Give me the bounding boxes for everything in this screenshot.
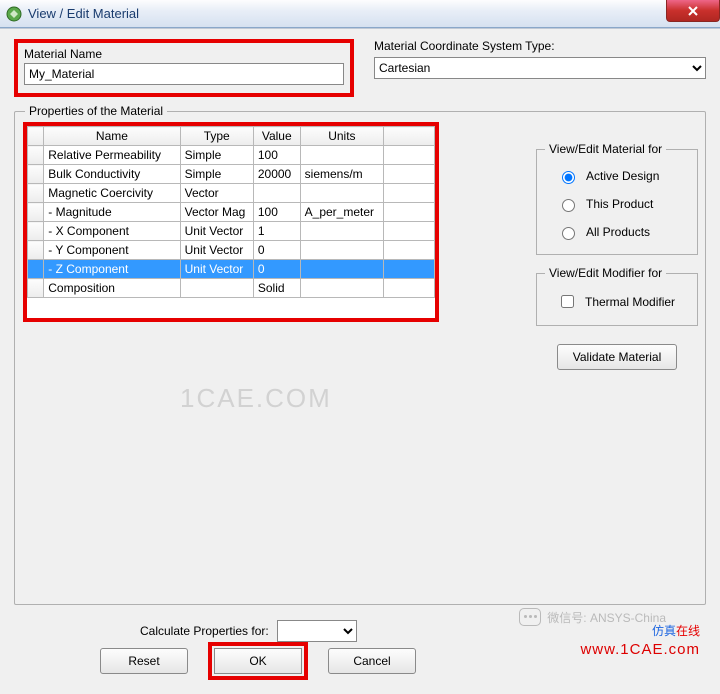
material-name-group: Material Name [14, 39, 354, 97]
col-value[interactable]: Value [253, 127, 300, 146]
view-for-option[interactable]: All Products [557, 224, 685, 240]
view-for-option[interactable]: Active Design [557, 168, 685, 184]
table-row[interactable]: - MagnitudeVector Mag100A_per_meter [28, 203, 435, 222]
ok-button[interactable]: OK [214, 648, 302, 674]
table-row[interactable]: - Z ComponentUnit Vector0 [28, 260, 435, 279]
calc-label: Calculate Properties for: [140, 624, 269, 638]
titlebar: View / Edit Material [0, 0, 720, 28]
modifier-group: View/Edit Modifier for Thermal Modifier [536, 273, 698, 326]
dialog-body: Material Name Material Coordinate System… [0, 28, 720, 694]
coord-select[interactable]: Cartesian [374, 57, 706, 79]
table-row[interactable]: - Y ComponentUnit Vector0 [28, 241, 435, 260]
material-name-input[interactable] [24, 63, 344, 85]
calc-select[interactable] [277, 620, 357, 642]
properties-legend: Properties of the Material [25, 104, 167, 118]
col-units[interactable]: Units [300, 127, 383, 146]
thermal-modifier-label: Thermal Modifier [585, 295, 675, 309]
window-title: View / Edit Material [28, 6, 139, 21]
watermark-brand: 仿真在线 www.1CAE.com [580, 615, 700, 658]
app-icon [6, 6, 22, 22]
col-extra [384, 127, 435, 146]
watermark-cae: 1CAE.COM [180, 383, 332, 414]
view-for-legend: View/Edit Material for [545, 142, 666, 156]
table-row[interactable]: - X ComponentUnit Vector1 [28, 222, 435, 241]
col-type[interactable]: Type [180, 127, 253, 146]
table-row[interactable]: Bulk ConductivitySimple20000siemens/m [28, 165, 435, 184]
properties-table-wrap: Name Type Value Units Relative Permeabil… [23, 122, 439, 322]
material-name-label: Material Name [24, 47, 344, 61]
properties-table[interactable]: Name Type Value Units Relative Permeabil… [27, 126, 435, 298]
close-button[interactable] [666, 0, 720, 22]
reset-button[interactable]: Reset [100, 648, 188, 674]
table-row[interactable]: Magnetic CoercivityVector [28, 184, 435, 203]
cancel-button[interactable]: Cancel [328, 648, 416, 674]
thermal-modifier-check[interactable]: Thermal Modifier [557, 292, 685, 311]
view-for-option[interactable]: This Product [557, 196, 685, 212]
table-row[interactable]: Relative PermeabilitySimple100 [28, 146, 435, 165]
coord-label: Material Coordinate System Type: [374, 39, 706, 53]
thermal-modifier-input[interactable] [561, 295, 574, 308]
col-name[interactable]: Name [44, 127, 180, 146]
modifier-legend: View/Edit Modifier for [545, 266, 666, 280]
wechat-icon [519, 608, 541, 626]
col-rowheader [28, 127, 44, 146]
validate-button[interactable]: Validate Material [557, 344, 677, 370]
table-row[interactable]: CompositionSolid [28, 279, 435, 298]
view-for-group: View/Edit Material for Active DesignThis… [536, 149, 698, 255]
